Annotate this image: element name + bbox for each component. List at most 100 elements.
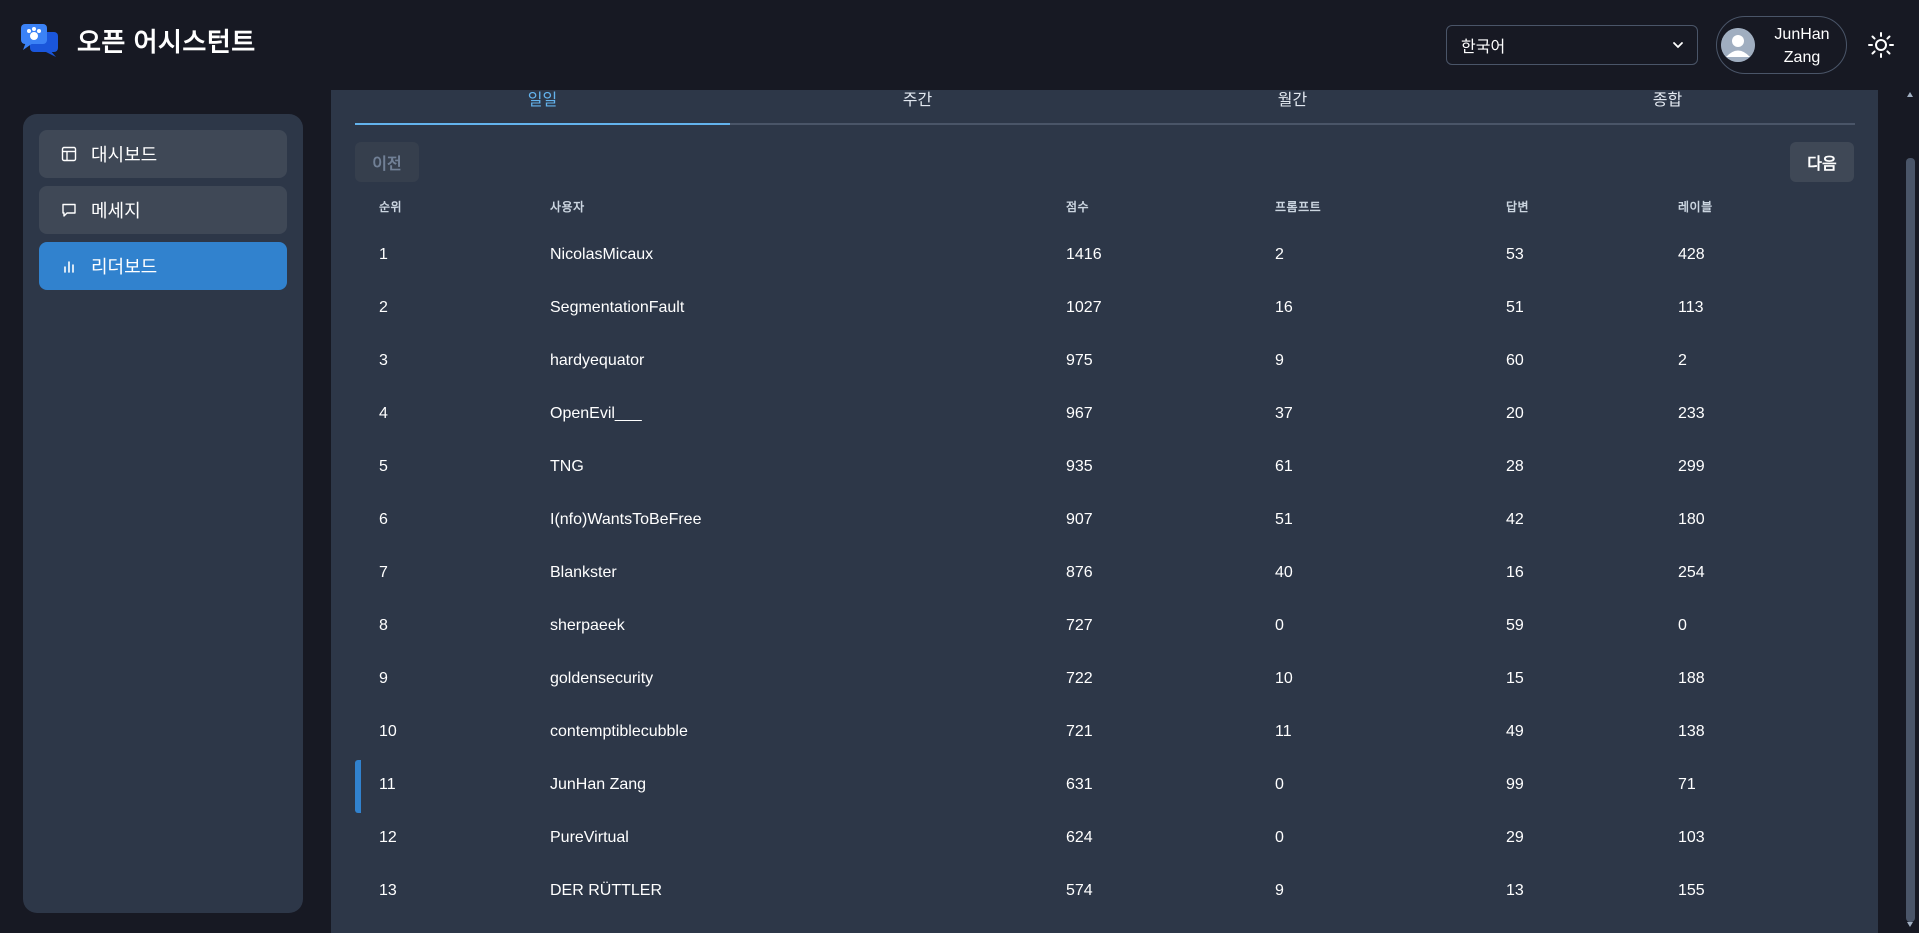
user-cell: contemptiblecubble [550,723,688,740]
replies-cell: 29 [1506,829,1524,846]
score-cell: 975 [1066,352,1093,369]
scrollbar[interactable] [1901,88,1919,933]
sidebar-item-label: 대시보드 [91,145,158,165]
user-cell: I(nfo)WantsToBeFree [550,511,702,528]
labels-cell: 155 [1678,882,1705,899]
user-cell: hardyequator [550,352,645,369]
sun-icon[interactable] [1866,30,1896,60]
labels-cell: 299 [1678,458,1705,475]
labels-cell: 180 [1678,511,1705,528]
score-cell: 935 [1066,458,1093,475]
bar-chart-icon [64,261,74,273]
score-cell: 876 [1066,564,1093,581]
previous-page-button[interactable]: 이전 [355,142,419,182]
table-row[interactable]: 13 DER RÜTTLER 574 9 13 155 [355,866,1855,919]
column-header-replies: 답변 [1506,200,1530,214]
active-tab-indicator [355,123,730,125]
user-cell: goldensecurity [550,670,654,687]
score-cell: 624 [1066,829,1093,846]
table-row[interactable]: 4 OpenEvil___ 967 37 20 233 [355,389,1855,442]
column-header-labels: 레이블 [1678,200,1713,214]
table-row[interactable]: 9 goldensecurity 722 10 15 188 [355,654,1855,707]
labels-cell: 71 [1678,776,1696,793]
table-row[interactable]: 10 contemptiblecubble 721 11 49 138 [355,707,1855,760]
prompts-cell: 0 [1275,829,1284,846]
scroll-up-icon[interactable] [1906,91,1914,99]
rank-cell: 10 [379,723,397,740]
prompts-cell: 0 [1275,617,1284,634]
tab-total[interactable]: 종합 [1480,90,1855,123]
scroll-down-icon[interactable] [1906,920,1914,928]
user-cell: JunHan Zang [550,776,647,793]
sidebar-item-dashboard[interactable]: 대시보드 [39,130,287,178]
rank-cell: 6 [379,511,388,528]
table-header: 순위 사용자 점수 프롬프트 답변 레이블 [355,198,1855,228]
language-value: 한국어 [1461,39,1506,56]
table-row[interactable]: 1 NicolasMicaux 1416 2 53 428 [355,230,1855,283]
table-row[interactable]: 7 Blankster 876 40 16 254 [355,548,1855,601]
rank-cell: 12 [379,829,397,846]
chevron-down-icon [1673,42,1683,49]
table-row[interactable]: 3 hardyequator 975 9 60 2 [355,336,1855,389]
user-cell: NicolasMicaux [550,246,654,263]
user-menu-button[interactable]: JunHan Zang [1716,16,1847,74]
sidebar-item-label: 리더보드 [91,257,158,277]
column-header-user: 사용자 [550,200,585,214]
column-header-prompts: 프롬프트 [1275,200,1322,214]
table-row[interactable]: 11 JunHan Zang 631 0 99 71 [355,760,1855,813]
app-title[interactable]: 오픈 어시스턴트 [77,22,256,59]
rank-cell: 3 [379,352,388,369]
score-cell: 574 [1066,882,1093,899]
column-header-rank: 순위 [379,200,403,214]
message-icon [62,203,76,217]
score-cell: 631 [1066,776,1093,793]
column-header-score: 점수 [1066,200,1090,214]
tab-weekly[interactable]: 주간 [730,90,1105,123]
rank-cell: 5 [379,458,388,475]
labels-cell: 103 [1678,829,1705,846]
logo-icon[interactable] [20,22,60,58]
user-cell: Blankster [550,564,617,581]
sidebar-item-leaderboard[interactable]: 리더보드 [39,242,287,290]
rank-cell: 1 [379,246,388,263]
rank-cell: 4 [379,405,388,422]
user-cell: DER RÜTTLER [550,882,663,899]
user-cell: PureVirtual [550,829,629,846]
sidebar-item-messages[interactable]: 메세지 [39,186,287,234]
prompts-cell: 9 [1275,352,1284,369]
score-cell: 727 [1066,617,1093,634]
labels-cell: 138 [1678,723,1705,740]
top-bar: 오픈 어시스턴트 한국어 JunHan Zang [0,0,1919,88]
prompts-cell: 2 [1275,246,1284,263]
labels-cell: 254 [1678,564,1705,581]
table-row[interactable]: 5 TNG 935 61 28 299 [355,442,1855,495]
user-cell: TNG [550,458,584,475]
language-select[interactable]: 한국어 [1446,25,1698,65]
prompts-cell: 37 [1275,405,1293,422]
score-cell: 1416 [1066,246,1102,263]
table-row[interactable]: 8 sherpaeek 727 0 59 0 [355,601,1855,654]
user-cell: OpenEvil___ [550,405,642,422]
labels-cell: 0 [1678,617,1687,634]
replies-cell: 59 [1506,617,1524,634]
replies-cell: 42 [1506,511,1524,528]
scrollbar-thumb[interactable] [1906,158,1915,922]
current-user-marker [355,760,361,813]
table-row[interactable]: 12 PureVirtual 624 0 29 103 [355,813,1855,866]
table-row[interactable]: 2 SegmentationFault 1027 16 51 113 [355,283,1855,336]
replies-cell: 53 [1506,246,1524,263]
labels-cell: 2 [1678,352,1687,369]
score-cell: 1027 [1066,299,1102,316]
score-cell: 721 [1066,723,1093,740]
table-row[interactable]: 6 I(nfo)WantsToBeFree 907 51 42 180 [355,495,1855,548]
tab-monthly[interactable]: 월간 [1105,90,1480,123]
tab-daily[interactable]: 일일 [355,90,730,123]
replies-cell: 20 [1506,405,1524,422]
avatar [1721,28,1755,62]
next-page-button[interactable]: 다음 [1790,142,1854,182]
prompts-cell: 16 [1275,299,1293,316]
prompts-cell: 10 [1275,670,1293,687]
prompts-cell: 61 [1275,458,1293,475]
replies-cell: 49 [1506,723,1524,740]
rank-cell: 8 [379,617,388,634]
